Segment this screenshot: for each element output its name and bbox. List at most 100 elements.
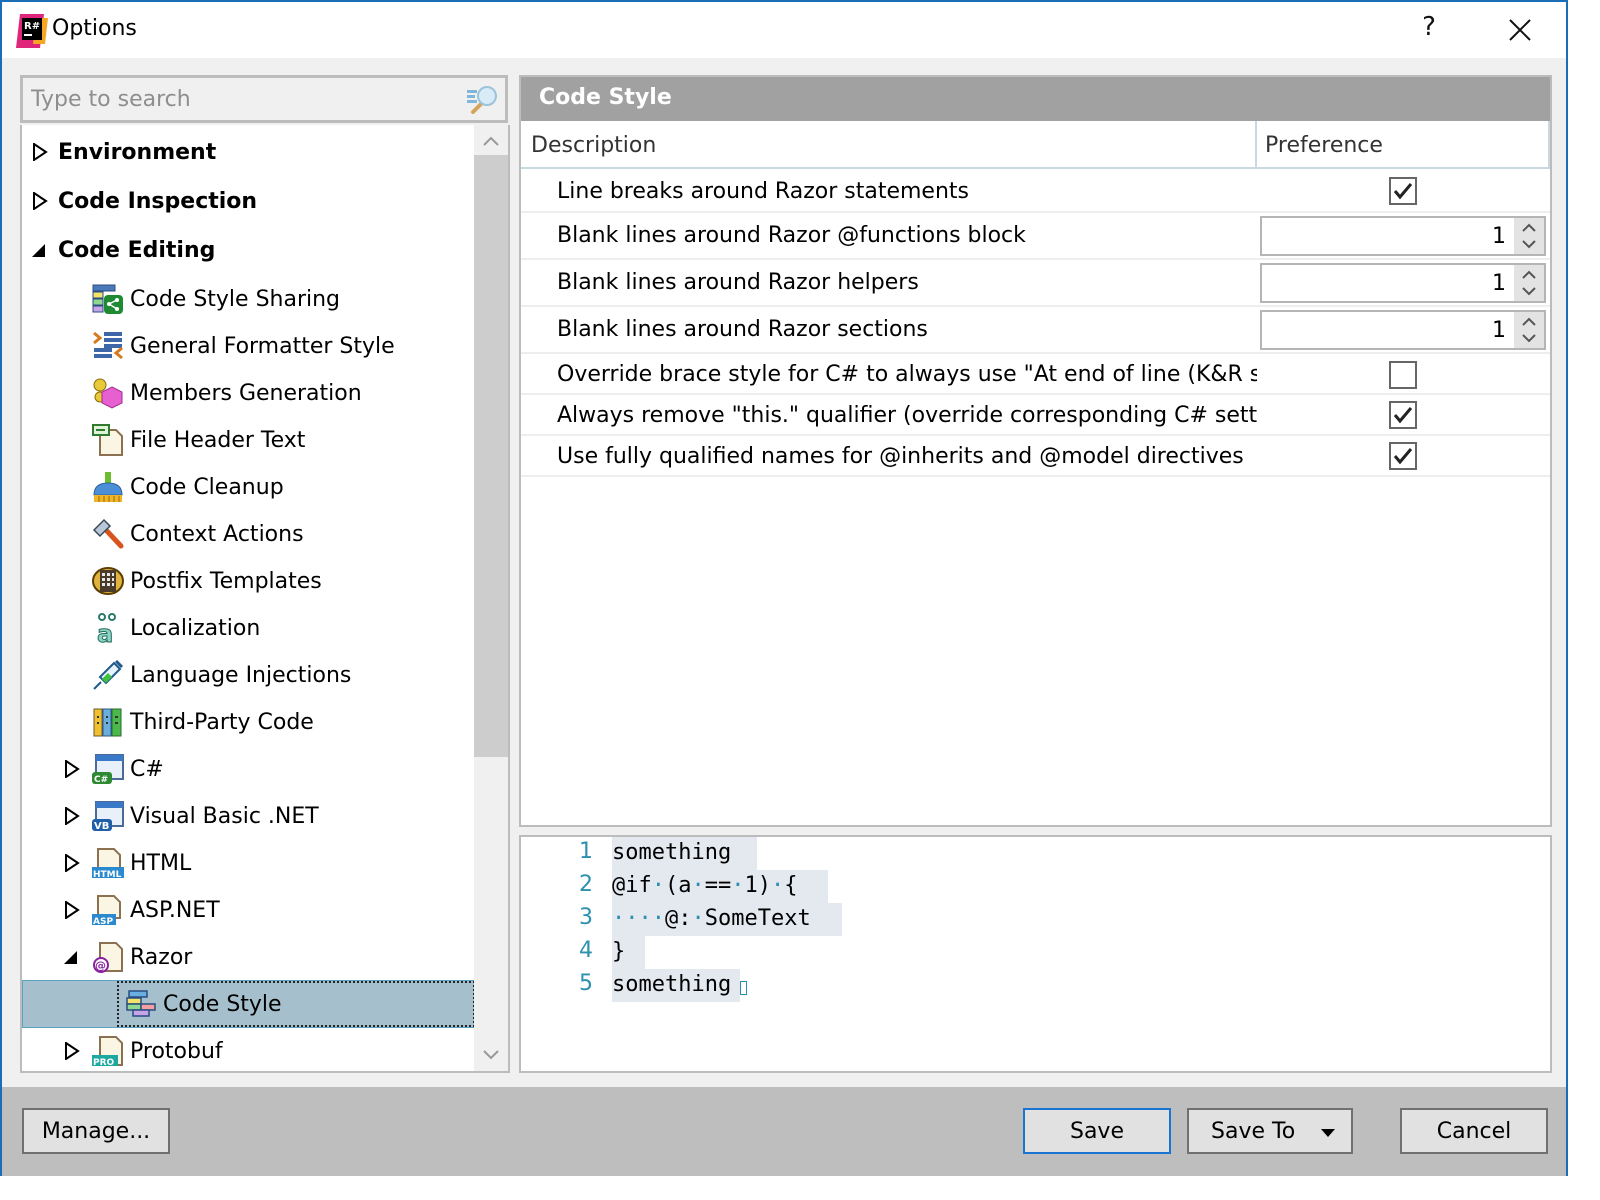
resharper-logo-icon: R#	[16, 14, 48, 48]
tree-item-csharp[interactable]: C# C#	[22, 746, 476, 792]
postfix-templates-icon	[92, 567, 124, 595]
table-row[interactable]: Blank lines around Razor @functions bloc…	[521, 213, 1550, 260]
table-row[interactable]: Override brace style for C# to always us…	[521, 354, 1550, 395]
hammer-icon	[92, 518, 124, 549]
spin-buttons	[1514, 265, 1544, 301]
expand-arrow-icon[interactable]	[32, 143, 48, 161]
tree-scrollbar[interactable]	[474, 125, 508, 1071]
expand-arrow-icon[interactable]	[64, 807, 80, 825]
help-button[interactable]: ?	[1414, 12, 1444, 50]
table-row[interactable]: Use fully qualified names for @inherits …	[521, 436, 1550, 477]
stepper-blank-lines-functions[interactable]	[1260, 216, 1546, 256]
code-style-icon	[126, 990, 156, 1017]
column-header-preference[interactable]: Preference	[1265, 133, 1383, 158]
tree-item-label: Code Inspection	[58, 188, 258, 214]
whitespace-marker: ·	[771, 873, 785, 898]
expand-arrow-icon[interactable]	[32, 192, 48, 210]
members-generation-icon	[93, 378, 123, 409]
collapse-arrow-icon[interactable]	[30, 241, 46, 259]
expand-arrow-icon[interactable]	[64, 901, 80, 919]
expand-arrow-icon[interactable]	[64, 760, 80, 778]
vb-icon: VB	[92, 801, 124, 832]
tree-item-code-style-sharing[interactable]: Code Style Sharing	[22, 276, 476, 322]
table-row[interactable]: Blank lines around Razor helpers	[521, 260, 1550, 307]
column-header-description[interactable]: Description	[531, 133, 656, 158]
spin-up-icon[interactable]	[1520, 221, 1538, 235]
formatter-icon	[93, 331, 123, 360]
options-dialog: R# Options ? Env	[0, 0, 1568, 1176]
tree-item-postfix-templates[interactable]: Postfix Templates	[22, 558, 476, 604]
checkbox-override-brace-style[interactable]	[1389, 361, 1417, 389]
code-text: something	[612, 837, 757, 870]
razor-icon: @	[93, 942, 123, 973]
tree-item-razor[interactable]: @ Razor	[22, 934, 476, 980]
search-icon[interactable]	[467, 84, 499, 114]
spin-up-icon[interactable]	[1520, 268, 1538, 282]
scroll-down-button[interactable]	[474, 1041, 508, 1071]
number-input[interactable]	[1266, 269, 1506, 297]
line-number: 3	[579, 905, 593, 930]
row-description: Line breaks around Razor statements	[557, 179, 969, 204]
code-style-sharing-icon	[92, 284, 123, 314]
tree-item-protobuf[interactable]: PRO Protobuf	[22, 1028, 476, 1071]
section-header: Code Style	[521, 77, 1550, 121]
tree-item-label: Environment	[58, 139, 217, 165]
tree-item-context-actions[interactable]: Context Actions	[22, 511, 476, 557]
tree-item-label: C#	[130, 756, 164, 782]
manage-button[interactable]: Manage...	[22, 1108, 170, 1154]
tree-item-code-cleanup[interactable]: Code Cleanup	[22, 464, 476, 510]
table-row[interactable]: Always remove "this." qualifier (overrid…	[521, 395, 1550, 436]
tree-item-environment[interactable]: Environment	[22, 129, 476, 175]
code-text: ····@:·SomeText	[612, 903, 842, 936]
spin-up-icon[interactable]	[1520, 315, 1538, 329]
tree-item-members-generation[interactable]: Members Generation	[22, 370, 476, 416]
table-row[interactable]: Blank lines around Razor sections	[521, 307, 1550, 354]
tree-item-code-style[interactable]: Code Style	[22, 980, 476, 1028]
expand-arrow-icon[interactable]	[64, 1042, 80, 1060]
checkbox-remove-this-qualifier[interactable]	[1389, 401, 1417, 429]
number-input[interactable]	[1266, 222, 1506, 250]
tree-item-aspnet[interactable]: ASP ASP.NET	[22, 887, 476, 933]
save-button[interactable]: Save	[1023, 1108, 1171, 1154]
tree-item-localization[interactable]: a Localization	[22, 605, 476, 651]
spin-down-icon[interactable]	[1520, 331, 1538, 345]
chevron-up-icon	[483, 136, 499, 146]
code-line: 3 ····@:·SomeText	[521, 903, 1550, 936]
number-input[interactable]	[1266, 316, 1506, 344]
tree-item-language-injections[interactable]: Language Injections	[22, 652, 476, 698]
svg-text:C#: C#	[94, 775, 108, 785]
dropdown-arrow-icon	[1321, 1129, 1335, 1137]
books-icon	[93, 708, 122, 737]
whitespace-marker: ·	[625, 906, 639, 931]
scroll-up-button[interactable]	[474, 125, 508, 155]
code-line: 2 @if·(a·==·1)·{	[521, 870, 1550, 903]
column-divider[interactable]	[1255, 121, 1257, 169]
tree-item-third-party-code[interactable]: Third-Party Code	[22, 699, 476, 745]
spin-down-icon[interactable]	[1520, 237, 1538, 251]
tree-item-file-header-text[interactable]: File Header Text	[22, 417, 476, 463]
tree-item-visual-basic[interactable]: VB Visual Basic .NET	[22, 793, 476, 839]
syringe-icon	[93, 659, 124, 690]
close-button[interactable]	[1500, 12, 1538, 50]
tree-item-code-editing[interactable]: Code Editing	[22, 227, 476, 273]
search-input[interactable]	[31, 82, 461, 116]
cancel-button[interactable]: Cancel	[1400, 1108, 1548, 1154]
table-row[interactable]: Line breaks around Razor statements	[521, 171, 1550, 213]
spin-down-icon[interactable]	[1520, 284, 1538, 298]
tree-item-html[interactable]: HTML HTML	[22, 840, 476, 886]
whitespace-marker: ·	[691, 873, 705, 898]
tree-item-general-formatter-style[interactable]: General Formatter Style	[22, 323, 476, 369]
code-preview[interactable]: 1 something 2 @if·(a·==·1)·{ 3 ····@:·So…	[519, 835, 1552, 1073]
close-icon	[1509, 19, 1531, 41]
checkbox-line-breaks-razor-statements[interactable]	[1389, 177, 1417, 205]
checkbox-fully-qualified-names[interactable]	[1389, 442, 1417, 470]
expand-arrow-icon[interactable]	[64, 854, 80, 872]
stepper-blank-lines-helpers[interactable]	[1260, 263, 1546, 303]
tree-item-code-inspection[interactable]: Code Inspection	[22, 178, 476, 224]
stepper-blank-lines-sections[interactable]	[1260, 310, 1546, 350]
scroll-thumb[interactable]	[474, 155, 508, 757]
spin-buttons	[1514, 218, 1544, 254]
collapse-arrow-icon[interactable]	[62, 948, 78, 966]
line-number: 4	[579, 938, 593, 963]
save-to-button[interactable]: Save To	[1187, 1108, 1353, 1154]
